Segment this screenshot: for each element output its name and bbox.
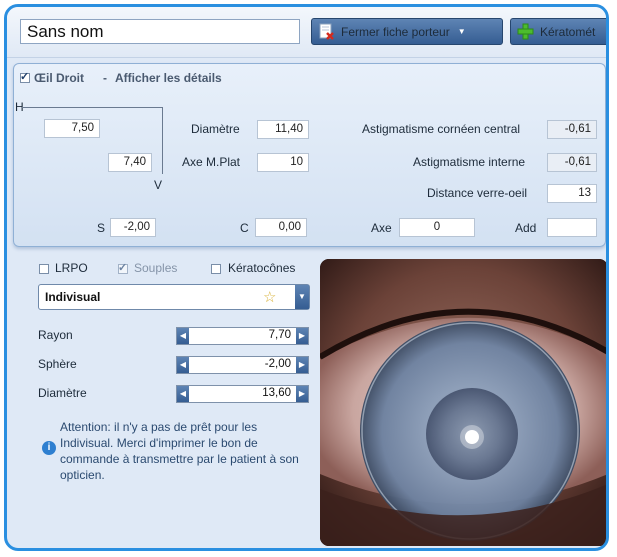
increment-icon[interactable]: ▶ [296, 386, 308, 402]
lens-type-dropdown[interactable]: Indivisual ☆ ▼ [38, 284, 310, 310]
h-axis-line [22, 107, 162, 108]
sphere-label: S [97, 221, 106, 235]
axis-input[interactable]: 0 [399, 218, 475, 237]
toolbar: Sans nom Fermer fiche porteur ▼ Kératomé… [7, 7, 606, 58]
loan-warning-text: Attention: il n'y a pas de prêt pour les… [60, 420, 299, 482]
keratometry-label: Kératomét [540, 24, 596, 39]
lrpo-label: LRPO [55, 261, 88, 275]
diameter-input[interactable]: 11,40 [257, 120, 309, 139]
increment-icon[interactable]: ▶ [296, 357, 308, 373]
star-icon[interactable]: ☆ [263, 288, 276, 306]
sphere-input[interactable]: -2,00 [110, 218, 156, 237]
patient-name-input[interactable]: Sans nom [20, 19, 300, 44]
internal-astig-label: Astigmatisme interne [413, 155, 526, 169]
selected-lens-text: Indivisual [45, 290, 101, 304]
addition-input[interactable] [547, 218, 597, 237]
diameter-stepper[interactable]: ◀ 13,60 ▶ [176, 385, 309, 403]
vertex-distance-label: Distance verre-oeil [427, 186, 528, 200]
close-sheet-button[interactable]: Fermer fiche porteur ▼ [311, 18, 503, 45]
decrement-icon[interactable]: ◀ [177, 386, 189, 402]
vertex-distance-input[interactable]: 13 [547, 184, 597, 203]
diameter-label: Diamètre [191, 122, 240, 136]
axis-label: Axe [371, 221, 392, 235]
chevron-down-icon[interactable]: ▼ [295, 285, 309, 309]
document-red-x-icon [319, 23, 334, 40]
k-v-input[interactable]: 7,40 [108, 153, 152, 172]
right-eye-label: Œil Droit [34, 71, 84, 85]
chevron-down-icon: ▼ [457, 27, 466, 36]
cylinder-input[interactable]: 0,00 [255, 218, 307, 237]
addition-label: Add [515, 221, 537, 235]
v-axis-line [162, 107, 163, 174]
soft-lens-checkbox [118, 261, 128, 274]
soft-lens-label: Souples [134, 261, 178, 275]
increment-icon[interactable]: ▶ [296, 328, 308, 344]
radius-stepper[interactable]: ◀ 7,70 ▶ [176, 327, 309, 345]
close-sheet-label: Fermer fiche porteur [341, 24, 450, 39]
internal-astig-value: -0,61 [547, 153, 597, 172]
sphere-stepper[interactable]: ◀ -2,00 ▶ [176, 356, 309, 374]
info-icon: i [42, 441, 56, 455]
eye-image [320, 259, 606, 546]
corneal-astig-value: -0,61 [547, 120, 597, 139]
lrpo-checkbox[interactable] [39, 264, 49, 274]
keratoconus-checkbox[interactable] [211, 264, 221, 274]
sphere-param-value: -2,00 [264, 358, 291, 370]
diameter-param-label: Diamètre [38, 386, 87, 400]
eye-photo [320, 259, 606, 546]
k-h-input[interactable]: 7,50 [44, 119, 100, 138]
decrement-icon[interactable]: ◀ [177, 357, 189, 373]
keratoconus-label: Kératocônes [228, 261, 296, 275]
show-details-link[interactable]: Afficher les détails [115, 71, 222, 85]
axe-mplat-input[interactable]: 10 [257, 153, 309, 172]
radius-label: Rayon [38, 328, 73, 342]
diameter-param-value: 13,60 [262, 387, 291, 399]
app-window: Sans nom Fermer fiche porteur ▼ Kératomé… [4, 4, 609, 551]
axe-mplat-label: Axe M.Plat [182, 155, 241, 169]
eye-panel: Œil Droit - Afficher les détails H V 7,5… [13, 63, 606, 247]
lens-panel: LRPO Souples Kératocônes Indivisual ☆ ▼ … [29, 254, 313, 548]
green-plus-icon [517, 23, 534, 40]
right-eye-checkbox[interactable] [20, 70, 30, 83]
decrement-icon[interactable]: ◀ [177, 328, 189, 344]
v-axis-label: V [154, 178, 163, 192]
keratometry-button[interactable]: Kératomét [510, 18, 606, 45]
radius-value: 7,70 [268, 329, 291, 341]
corneal-astig-label: Astigmatisme cornéen central [362, 122, 521, 136]
separator-text: - [103, 71, 107, 85]
cylinder-label: C [240, 221, 249, 235]
sphere-param-label: Sphère [38, 357, 77, 371]
